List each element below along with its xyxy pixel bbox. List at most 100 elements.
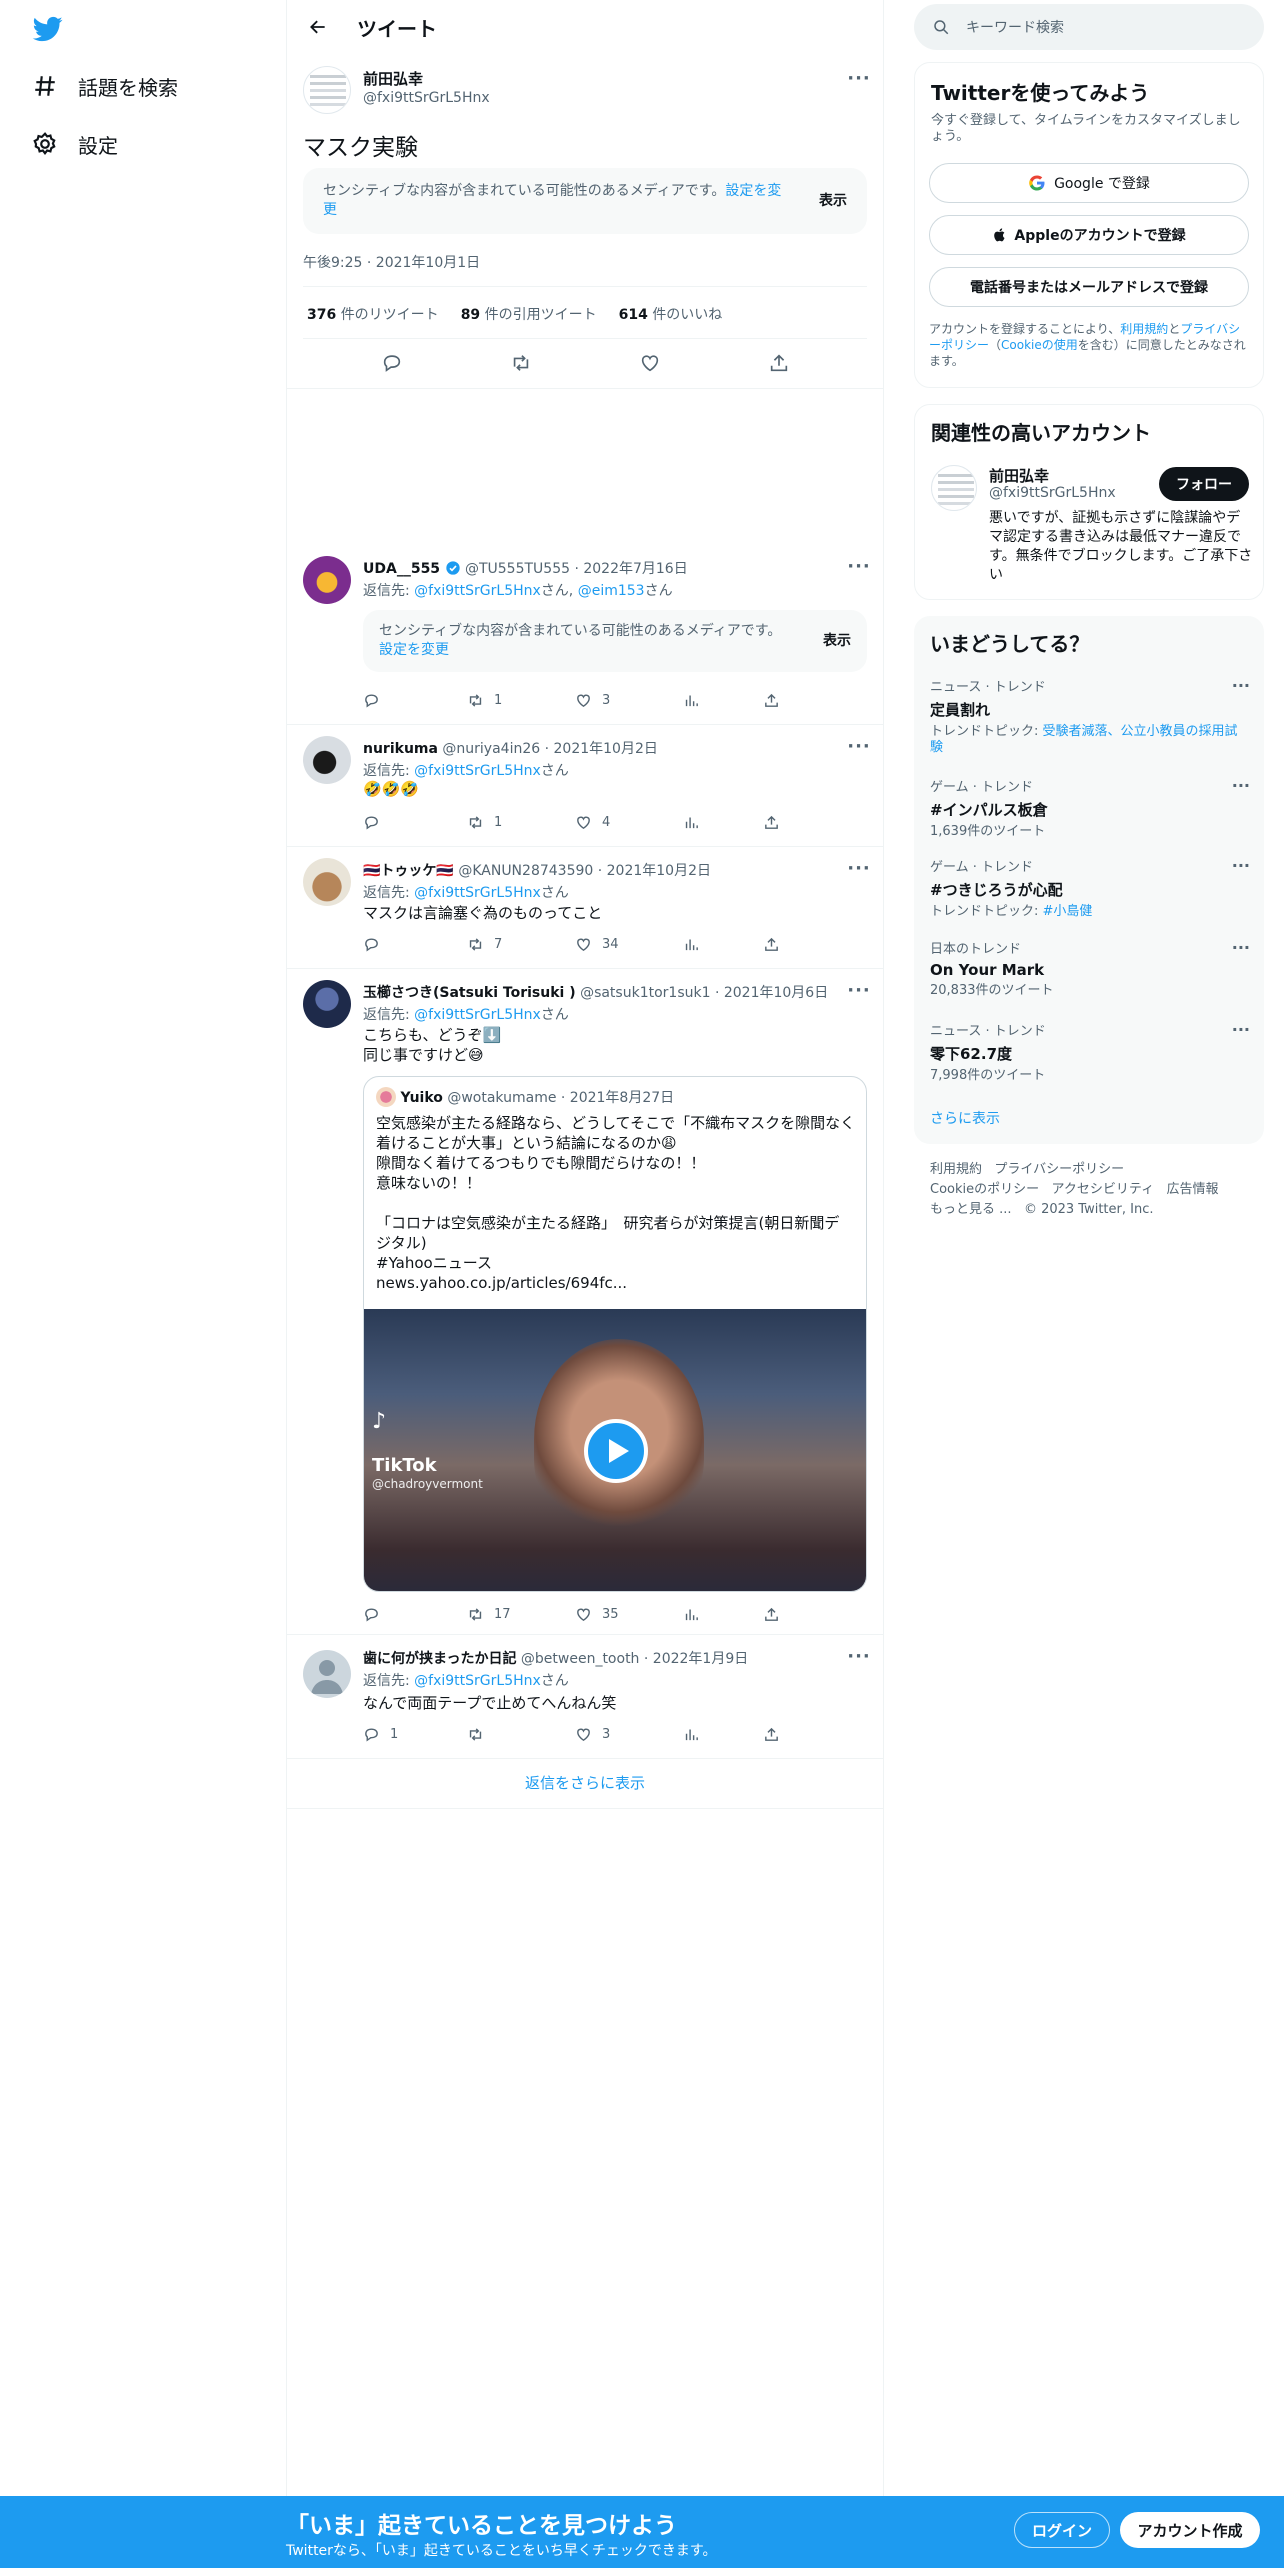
more-options-icon[interactable]: ··· <box>1232 856 1250 875</box>
footer-privacy-link[interactable]: プライバシーポリシー <box>994 1162 1124 1177</box>
more-options-icon[interactable]: ··· <box>1232 676 1250 695</box>
mention-link[interactable]: @fxi9ttSrGrL5Hnx <box>414 885 541 901</box>
show-media-button[interactable]: 表示 <box>823 632 851 651</box>
retweet-button[interactable]: 1 <box>467 692 575 709</box>
avatar[interactable] <box>303 556 351 604</box>
reply-tweet[interactable]: nurikuma @nuriya4in26 · 2021年10月2日 返信先: … <box>287 726 883 848</box>
change-settings-link[interactable]: 設定を変更 <box>379 642 449 658</box>
footer-accessibility-link[interactable]: アクセシビリティ <box>1052 1182 1155 1197</box>
reply-button[interactable]: 1 <box>363 1726 467 1743</box>
reply-author-handle[interactable]: @between_tooth <box>521 1651 640 1667</box>
show-more-trends-link[interactable]: さらに表示 <box>930 1108 1000 1128</box>
like-button[interactable]: 35 <box>575 1606 683 1623</box>
retweet-button[interactable] <box>467 1726 575 1743</box>
footer-terms-link[interactable]: 利用規約 <box>930 1162 982 1177</box>
footer-cookie-link[interactable]: Cookieのポリシー <box>930 1182 1039 1197</box>
reply-button[interactable] <box>363 814 467 831</box>
reply-author-name[interactable]: 歯に何が挟まったか日記 <box>363 1651 516 1667</box>
nav-settings[interactable]: 設定 <box>32 124 118 164</box>
avatar[interactable] <box>303 1650 351 1698</box>
more-options-icon[interactable]: ··· <box>845 736 873 757</box>
more-options-icon[interactable]: ··· <box>845 68 873 89</box>
avatar[interactable] <box>931 465 977 511</box>
play-button-icon[interactable] <box>584 1419 648 1483</box>
tweet-timestamp[interactable]: 午後9:25 · 2021年10月1日 <box>303 252 480 272</box>
more-options-icon[interactable]: ··· <box>845 980 873 1001</box>
related-handle[interactable]: @fxi9ttSrGrL5Hnx <box>989 485 1116 501</box>
reply-button[interactable] <box>363 692 467 709</box>
reply-icon[interactable] <box>381 352 403 374</box>
analytics-button[interactable] <box>683 936 763 953</box>
cookie-link[interactable]: Cookieの使用 <box>1001 338 1078 352</box>
search-input[interactable]: キーワード検索 <box>914 4 1264 50</box>
share-icon[interactable] <box>768 352 790 374</box>
trend-item[interactable]: ゲーム · トレンド #インパルス板倉 1,639件のツイート ··· <box>930 776 1250 840</box>
reply-date[interactable]: · 2021年10月6日 <box>715 985 828 1001</box>
reply-author-handle[interactable]: @KANUN28743590 <box>458 863 593 879</box>
more-options-icon[interactable]: ··· <box>845 556 873 577</box>
avatar[interactable] <box>303 980 351 1028</box>
footer-more-link[interactable]: もっと見る ... <box>930 1202 1012 1217</box>
more-options-icon[interactable]: ··· <box>1232 1020 1250 1039</box>
reply-author-name[interactable]: nurikuma <box>363 741 438 757</box>
more-options-icon[interactable]: ··· <box>845 1646 873 1667</box>
reply-author-name[interactable]: UDA__555 <box>363 561 440 577</box>
retweet-button[interactable]: 17 <box>467 1606 575 1623</box>
nav-explore[interactable]: 話題を検索 <box>32 66 178 106</box>
quotes-stat[interactable]: 89 件の引用ツイート <box>461 304 597 324</box>
reply-tweet[interactable]: 歯に何が挟まったか日記 @between_tooth · 2022年1月9日 返… <box>287 1636 883 1758</box>
analytics-button[interactable] <box>683 814 763 831</box>
likes-stat[interactable]: 614 件のいいね <box>619 304 723 324</box>
twitter-logo-icon[interactable] <box>30 14 66 44</box>
author-name[interactable]: 前田弘幸 <box>363 68 423 89</box>
like-button[interactable]: 3 <box>575 692 683 709</box>
trend-item[interactable]: ゲーム · トレンド #つきじろうが心配 トレンドトピック: #小島健 ··· <box>930 856 1250 920</box>
quoted-tweet[interactable]: Yuiko @wotakumame · 2021年8月27日 空気感染が主たる経… <box>363 1076 867 1592</box>
avatar[interactable] <box>303 858 351 906</box>
retweet-button[interactable]: 1 <box>467 814 575 831</box>
reply-author-handle[interactable]: @TU555TU555 <box>465 561 570 577</box>
avatar[interactable] <box>303 66 351 114</box>
reply-date[interactable]: · 2021年10月2日 <box>545 741 658 757</box>
mention-link[interactable]: @fxi9ttSrGrL5Hnx <box>414 1007 541 1023</box>
share-button[interactable] <box>763 814 780 831</box>
footer-ads-link[interactable]: 広告情報 <box>1167 1182 1219 1197</box>
like-button[interactable]: 4 <box>575 814 683 831</box>
reply-author-name[interactable]: 玉櫛さつき(Satsuki Torisuki ) <box>363 985 576 1001</box>
video-thumbnail[interactable]: ♪ TikTok @chadroyvermont <box>364 1309 866 1591</box>
share-button[interactable] <box>763 936 780 953</box>
reply-tweet[interactable]: 玉櫛さつき(Satsuki Torisuki ) @satsuk1tor1suk… <box>287 970 883 1634</box>
back-button[interactable] <box>301 10 335 44</box>
more-options-icon[interactable]: ··· <box>1232 776 1250 795</box>
reply-button[interactable] <box>363 1606 467 1623</box>
like-button[interactable]: 3 <box>575 1726 683 1743</box>
retweets-stat[interactable]: 376 件のリツイート <box>307 304 439 324</box>
retweet-icon[interactable] <box>510 352 532 374</box>
mention-link[interactable]: @fxi9ttSrGrL5Hnx <box>414 763 541 779</box>
reply-author-handle[interactable]: @nuriya4in26 <box>442 741 540 757</box>
reply-author-name[interactable]: 🇹🇭トゥッケ🇹🇭 <box>363 863 454 879</box>
like-icon[interactable] <box>639 352 661 374</box>
trend-item[interactable]: ニュース · トレンド 零下62.7度 7,998件のツイート ··· <box>930 1020 1250 1084</box>
signup-button[interactable]: アカウント作成 <box>1120 2512 1260 2548</box>
show-media-button[interactable]: 表示 <box>819 192 847 211</box>
reply-tweet[interactable]: UDA__555 @TU555TU555 · 2022年7月16日 返信先: @… <box>287 546 883 726</box>
analytics-button[interactable] <box>683 1606 763 1623</box>
mention-link[interactable]: @fxi9ttSrGrL5Hnx <box>414 1673 541 1689</box>
share-button[interactable] <box>763 692 780 709</box>
reply-date[interactable]: · 2022年7月16日 <box>574 561 687 577</box>
trend-item[interactable]: 日本のトレンド On Your Mark 20,833件のツイート ··· <box>930 938 1250 999</box>
mention-link[interactable]: @fxi9ttSrGrL5Hnx <box>414 583 541 599</box>
reply-tweet[interactable]: 🇹🇭トゥッケ🇹🇭 @KANUN28743590 · 2021年10月2日 返信先… <box>287 848 883 970</box>
author-handle[interactable]: @fxi9ttSrGrL5Hnx <box>363 90 490 106</box>
avatar[interactable] <box>303 736 351 784</box>
reply-date[interactable]: · 2021年10月2日 <box>598 863 711 879</box>
trend-topic-link[interactable]: #小島健 <box>1043 904 1093 919</box>
reply-button[interactable] <box>363 936 467 953</box>
related-name[interactable]: 前田弘幸 <box>989 465 1049 486</box>
more-options-icon[interactable]: ··· <box>845 858 873 879</box>
reply-author-handle[interactable]: @satsuk1tor1suk1 <box>580 985 710 1001</box>
trend-item[interactable]: ニュース · トレンド 定員割れ トレンドトピック: 受験者減落、公立小教員の採… <box>930 676 1250 756</box>
analytics-button[interactable] <box>683 692 763 709</box>
login-button[interactable]: ログイン <box>1014 2512 1110 2548</box>
